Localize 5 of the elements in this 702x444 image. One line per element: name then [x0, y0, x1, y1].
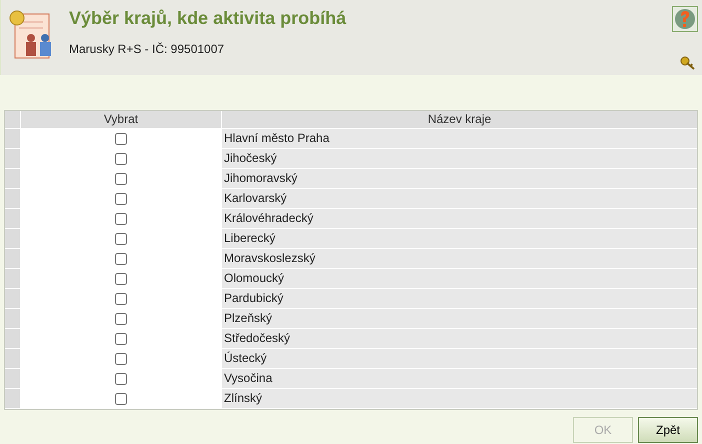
column-header: Vybrat	[21, 111, 222, 128]
dialog-title: Výběr krajů, kde aktivita probíhá	[69, 8, 348, 29]
dialog-button[interactable]: Zpět	[638, 417, 698, 443]
organization-label: Marusky R+S - IČ: 99501007	[69, 42, 226, 56]
column-header: Název kraje	[222, 111, 697, 128]
